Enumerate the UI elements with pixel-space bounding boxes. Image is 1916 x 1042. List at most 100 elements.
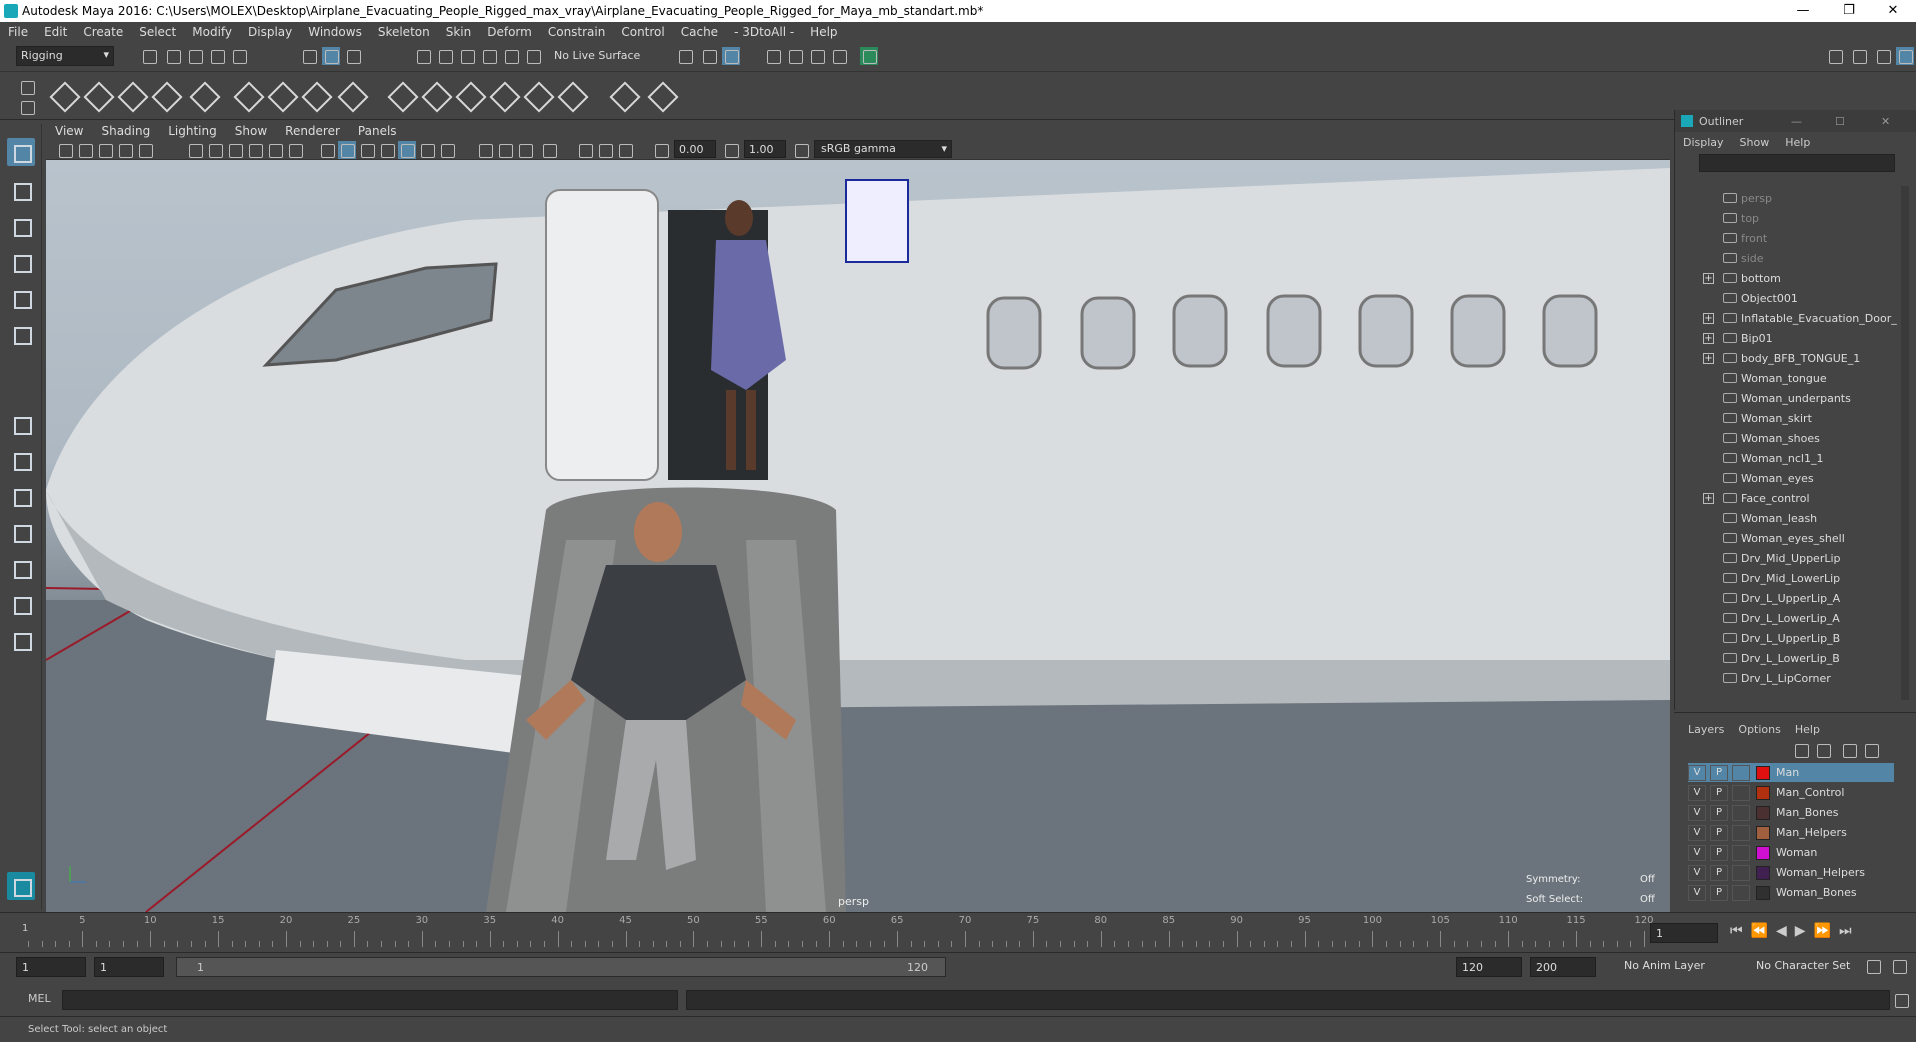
menu-help[interactable]: Help [802, 25, 845, 39]
insert-joint-icon[interactable] [82, 80, 112, 110]
snap-curve-icon[interactable] [436, 47, 454, 65]
time-slider[interactable]: 1 5 10 15 20 25 30 35 40 45 50 55 60 65 70 75 80 85 90 95 1… [0, 912, 1916, 952]
menu-edit[interactable]: Edit [36, 25, 75, 39]
outliner-item[interactable]: front [1675, 228, 1897, 248]
outliner-item[interactable]: Drv_L_LipCorner [1675, 668, 1897, 688]
viewport-menu-shading[interactable]: Shading [92, 124, 159, 138]
layer-row[interactable]: V P Woman_Helpers [1688, 863, 1894, 882]
layer-color-swatch[interactable] [1756, 825, 1770, 840]
grid-icon[interactable] [186, 141, 204, 159]
set-driven-key-icon[interactable] [646, 80, 676, 110]
select-object-icon[interactable] [322, 47, 340, 65]
paint-weights-icon[interactable] [266, 80, 296, 110]
xray-icon[interactable] [576, 141, 594, 159]
menu-control[interactable]: Control [613, 25, 672, 39]
move-layer-down-icon[interactable] [1814, 741, 1832, 759]
layer-color-swatch[interactable] [1756, 805, 1770, 820]
layer-playback-toggle[interactable]: P [1710, 844, 1728, 861]
camera-attributes-icon[interactable] [76, 141, 94, 159]
grease-pencil-icon[interactable] [136, 141, 154, 159]
outliner-item[interactable]: + bottom [1675, 268, 1897, 288]
expand-icon[interactable]: + [1703, 312, 1714, 324]
create-joint-icon[interactable] [48, 80, 78, 110]
film-gate-icon[interactable] [206, 141, 224, 159]
auto-key-icon[interactable] [1864, 957, 1882, 975]
script-editor-icon[interactable] [1892, 991, 1910, 1009]
orient-constraint-icon[interactable] [454, 80, 484, 110]
scale-tool-icon[interactable] [7, 320, 35, 348]
menu-deform[interactable]: Deform [479, 25, 540, 39]
layer-visibility-toggle[interactable]: V [1688, 764, 1706, 781]
layer-display-type-toggle[interactable] [1732, 784, 1750, 801]
hypershade-icon[interactable] [860, 47, 878, 65]
view-transform-dropdown[interactable]: sRGB gamma ▾ [814, 140, 952, 158]
xray-joints-icon[interactable] [596, 141, 614, 159]
layer-playback-toggle[interactable]: P [1710, 804, 1728, 821]
custom-layout-icon[interactable] [7, 626, 35, 654]
outliner-item[interactable]: Woman_eyes_shell [1675, 528, 1897, 548]
gate-mask-icon[interactable] [246, 141, 264, 159]
outliner-item[interactable]: Woman_shoes [1675, 428, 1897, 448]
outliner-item[interactable]: persp [1675, 188, 1897, 208]
layer-playback-toggle[interactable]: P [1710, 784, 1728, 801]
paint-select-icon[interactable] [7, 212, 35, 240]
restore-button[interactable]: ❐ [1826, 0, 1872, 22]
close-button[interactable]: ✕ [1870, 0, 1916, 22]
exposure-field[interactable]: 0.00 [674, 140, 716, 158]
menu-3dtoall[interactable]: - 3DtoAll - [726, 25, 802, 39]
safe-action-icon[interactable] [286, 141, 304, 159]
layer-row[interactable]: V P Woman_Bones [1688, 883, 1894, 902]
input-ops-icon[interactable] [676, 47, 694, 65]
locator-icon[interactable] [608, 80, 638, 110]
viewport-menu-lighting[interactable]: Lighting [159, 124, 226, 138]
outliner-menu-display[interactable]: Display [1675, 136, 1732, 149]
outliner-item[interactable]: + Inflatable_Evacuation_Door_S [1675, 308, 1897, 328]
expand-icon[interactable]: + [1703, 272, 1714, 284]
outliner-search-input[interactable] [1699, 154, 1895, 172]
layer-playback-toggle[interactable]: P [1710, 764, 1728, 781]
layer-color-swatch[interactable] [1756, 865, 1770, 880]
use-all-lights-icon[interactable] [398, 141, 416, 159]
layer-display-type-toggle[interactable] [1732, 884, 1750, 901]
render-settings-icon[interactable] [722, 47, 740, 65]
layer-visibility-toggle[interactable]: V [1688, 884, 1706, 901]
outliner-item[interactable]: Drv_L_UpperLip_A [1675, 588, 1897, 608]
outliner-item[interactable]: Woman_skirt [1675, 408, 1897, 428]
exposure-icon[interactable] [652, 141, 670, 159]
layer-playback-toggle[interactable]: P [1710, 824, 1728, 841]
outliner-item[interactable]: side [1675, 248, 1897, 268]
perspective-viewport[interactable]: persp Symmetry: Off Soft Select: Off [46, 160, 1670, 912]
snap-plane-icon[interactable] [480, 47, 498, 65]
gamma-field[interactable]: 1.00 [744, 140, 786, 158]
save-scene-icon[interactable] [186, 47, 204, 65]
smooth-shade-icon[interactable] [338, 141, 356, 159]
outliner-menu-help[interactable]: Help [1777, 136, 1818, 149]
viewport-menu-show[interactable]: Show [226, 124, 276, 138]
layer-row[interactable]: V P Man_Helpers [1688, 823, 1894, 842]
image-plane-icon[interactable] [116, 141, 134, 159]
outliner-item[interactable]: Woman_leash [1675, 508, 1897, 528]
outliner-item[interactable]: Drv_L_LowerLip_B [1675, 648, 1897, 668]
mel-label[interactable]: MEL [28, 992, 51, 1005]
two-pane-icon[interactable] [7, 482, 35, 510]
lasso-tool-icon[interactable] [7, 176, 35, 204]
redo-icon[interactable] [230, 47, 248, 65]
expand-icon[interactable]: + [1703, 352, 1714, 364]
viewport-menu-panels[interactable]: Panels [349, 124, 406, 138]
outliner-item[interactable]: Woman_ncl1_1 [1675, 448, 1897, 468]
anim-layer-dropdown[interactable]: No Anim Layer [1620, 957, 1746, 977]
bind-skin-icon[interactable] [232, 80, 262, 110]
live-surface-label[interactable]: No Live Surface [550, 47, 652, 65]
maximize-icon[interactable]: ☐ [1835, 115, 1845, 128]
textured-icon[interactable] [378, 141, 396, 159]
anti-aliasing-icon[interactable] [496, 141, 514, 159]
new-layer-icon[interactable] [1840, 741, 1858, 759]
parent-constraint-icon[interactable] [522, 80, 552, 110]
layer-color-swatch[interactable] [1756, 785, 1770, 800]
orient-joint-icon[interactable] [150, 80, 180, 110]
lattice-icon[interactable] [300, 80, 330, 110]
mel-input[interactable] [62, 990, 678, 1010]
xray-components-icon[interactable] [616, 141, 634, 159]
layer-visibility-toggle[interactable]: V [1688, 804, 1706, 821]
menu-select[interactable]: Select [131, 25, 184, 39]
